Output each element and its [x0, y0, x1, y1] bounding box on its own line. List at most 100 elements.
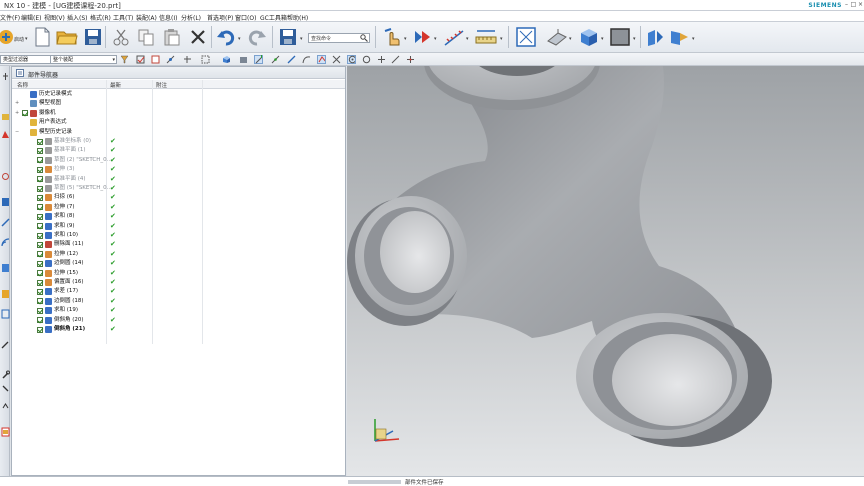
tree-row[interactable]: 拉伸 (7) ✔	[12, 203, 345, 212]
visibility-checkbox[interactable]	[37, 288, 43, 295]
measure-dropdown-icon[interactable]: ▾	[500, 36, 503, 42]
wcs-dropdown-icon[interactable]: ▾	[466, 36, 469, 42]
menu-format[interactable]: 格式(R)	[90, 13, 111, 22]
tree-row[interactable]: 偏置面 (16) ✔	[12, 278, 345, 287]
snap-midpoint-button[interactable]	[271, 55, 280, 64]
selection-scope-dropdown[interactable]: 整个装配 ▾	[50, 55, 117, 64]
menu-view[interactable]: 视图(V)	[44, 13, 65, 22]
resource-roles[interactable]	[0, 236, 10, 248]
visibility-checkbox[interactable]	[37, 138, 43, 145]
visibility-checkbox[interactable]	[22, 110, 28, 117]
edit-section-button[interactable]	[644, 25, 668, 49]
orient-view-dropdown-icon[interactable]: ▾	[569, 36, 572, 42]
tree-row[interactable]: 草图 (2) "SKETCH_0... ✔	[12, 156, 345, 165]
close-button[interactable]: ×	[857, 1, 864, 8]
orient-view-button[interactable]	[545, 25, 569, 49]
resource-tools-tab[interactable]	[0, 382, 10, 394]
tree-row[interactable]: 基准坐标系 (0) ✔	[12, 137, 345, 146]
menu-edit[interactable]: 编辑(E)	[21, 13, 41, 22]
menu-gc-toolkit[interactable]: GC工具箱	[260, 13, 287, 22]
part-3d-model[interactable]	[347, 66, 864, 476]
tree-row[interactable]: 求差 (17) ✔	[12, 287, 345, 296]
column-note-header[interactable]: 附注	[156, 81, 167, 89]
delete-button[interactable]	[186, 25, 210, 49]
resource-web-browser[interactable]	[0, 170, 10, 182]
clip-section-button[interactable]	[667, 25, 691, 49]
menu-window[interactable]: 窗口(O)	[235, 13, 256, 22]
tree-row[interactable]: + 摄像机	[12, 109, 345, 118]
snap-line-button[interactable]	[287, 55, 296, 64]
tree-row[interactable]: − 模型历史记录	[12, 128, 345, 137]
section-dropdown-icon[interactable]: ▾	[692, 36, 695, 42]
tree-row[interactable]: 拉伸 (12) ✔	[12, 250, 345, 259]
snap-grid-button[interactable]	[183, 55, 192, 64]
save-dropdown-icon[interactable]: ▾	[300, 36, 303, 42]
menu-tools[interactable]: 工具(T)	[113, 13, 133, 22]
snap-control-point-button[interactable]	[317, 55, 326, 64]
tree-row[interactable]: 扫掠 (6) ✔	[12, 193, 345, 202]
snap-existing-point-button[interactable]	[377, 55, 386, 64]
visibility-checkbox[interactable]	[37, 185, 43, 192]
column-name-header[interactable]: 名称	[17, 81, 28, 89]
visibility-checkbox[interactable]	[37, 279, 43, 286]
render-style-button[interactable]	[577, 25, 601, 49]
minimize-button[interactable]: –	[843, 1, 850, 8]
menu-file[interactable]: 文件(F)	[0, 13, 20, 22]
snap-intersection-button[interactable]	[332, 55, 341, 64]
snap-view-dropdown-icon[interactable]: ▾	[434, 36, 437, 42]
menu-help[interactable]: 帮助(H)	[287, 13, 308, 22]
tree-row[interactable]: 求和 (9) ✔	[12, 222, 345, 231]
snap-on-curve-button[interactable]	[391, 55, 400, 64]
search-icon[interactable]	[360, 34, 368, 42]
render-style-dropdown-icon[interactable]: ▾	[601, 36, 604, 42]
save-as-button[interactable]	[276, 25, 300, 49]
paste-button[interactable]	[160, 25, 184, 49]
visibility-checkbox[interactable]	[37, 194, 43, 201]
tree-row[interactable]: 求和 (19) ✔	[12, 306, 345, 315]
visibility-checkbox[interactable]	[37, 232, 43, 239]
visibility-checkbox[interactable]	[37, 307, 43, 314]
tree-row[interactable]: 基准平面 (4) ✔	[12, 175, 345, 184]
background-dropdown-icon[interactable]: ▾	[633, 36, 636, 42]
resource-system-materials[interactable]	[0, 262, 10, 274]
redo-button[interactable]	[245, 25, 269, 49]
tree-row[interactable]: 拉伸 (3) ✔	[12, 165, 345, 174]
visibility-checkbox[interactable]	[37, 223, 43, 230]
command-finder-input[interactable]: 查找命令	[311, 35, 331, 42]
tree-row[interactable]: 用户表达式	[12, 118, 345, 127]
resource-roles-tab[interactable]	[0, 368, 10, 380]
measure-button[interactable]	[474, 25, 498, 49]
snap-point-button[interactable]	[166, 55, 175, 64]
snap-endpoint-button[interactable]	[254, 55, 263, 64]
tree-row[interactable]: 倒斜角 (21) ✔	[12, 325, 345, 334]
graphics-window[interactable]	[347, 66, 864, 476]
visibility-checkbox[interactable]	[37, 204, 43, 211]
resource-hd3d-tools[interactable]	[0, 308, 10, 320]
general-selection-button[interactable]	[120, 55, 129, 64]
resource-help[interactable]	[0, 426, 10, 438]
cut-button[interactable]	[109, 25, 133, 49]
tree-row[interactable]: 删除面 (11) ✔	[12, 240, 345, 249]
select-body-button[interactable]	[239, 55, 248, 64]
snap-curve-button[interactable]	[302, 55, 311, 64]
visibility-checkbox[interactable]	[37, 326, 43, 333]
rectangle-select-button[interactable]	[201, 55, 210, 64]
resource-system-scenes[interactable]	[0, 288, 10, 300]
snap-quadrant-button[interactable]	[362, 55, 371, 64]
tree-row[interactable]: 草图 (5) "SKETCH_0... ✔	[12, 184, 345, 193]
menu-information[interactable]: 信息(I)	[159, 13, 177, 22]
snap-arc-center-button[interactable]	[347, 55, 356, 64]
touch-mode-button[interactable]	[380, 25, 404, 49]
visibility-checkbox[interactable]	[37, 213, 43, 220]
menu-preferences[interactable]: 首选项(P)	[207, 13, 233, 22]
resource-history[interactable]	[0, 196, 10, 208]
tree-row[interactable]: 边倒圆 (14) ✔	[12, 259, 345, 268]
start-dropdown-icon[interactable]: ▾	[25, 36, 28, 42]
select-all-button[interactable]	[136, 55, 145, 64]
resource-process-studio[interactable]	[0, 216, 10, 228]
save-button[interactable]	[81, 25, 105, 49]
visibility-checkbox[interactable]	[37, 157, 43, 164]
column-latest-header[interactable]: 最新	[110, 81, 121, 89]
snap-view-button[interactable]	[410, 25, 434, 49]
wcs-button[interactable]	[442, 25, 466, 49]
